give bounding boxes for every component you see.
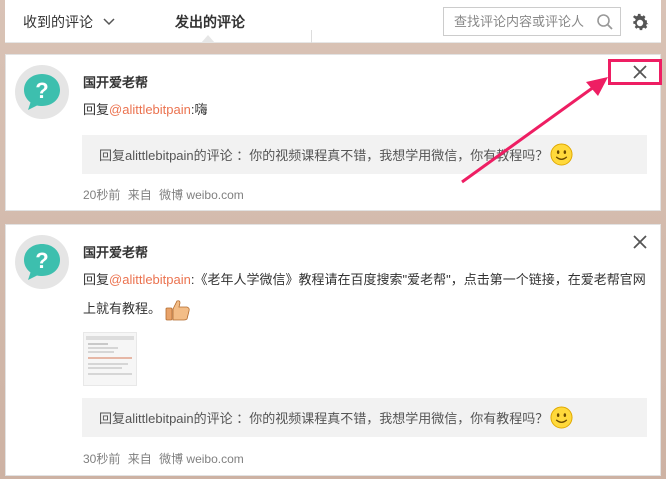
comment-tab-bar: 收到的评论 发出的评论 [5, 0, 661, 43]
avatar[interactable]: ? [15, 65, 69, 119]
smile-emoji-icon [550, 406, 573, 429]
close-icon[interactable] [632, 234, 648, 250]
svg-text:?: ? [35, 248, 48, 273]
comment-card: ? 国开爱老帮 回复@alittlebitpain:嗨 回复alittlebit… [5, 54, 661, 211]
question-mark-avatar-icon: ? [24, 244, 60, 280]
comment-author[interactable]: 国开爱老帮 [83, 72, 148, 91]
reply-body-line1: :《老年人学微信》教程请在百度搜索"爱老帮"，点击第一个链接，在爱老帮官网 [190, 272, 646, 287]
reply-prefix: 回复 [83, 272, 110, 287]
active-tab-indicator [201, 35, 215, 43]
comment-text-line2: 上就有教程。 [83, 294, 191, 323]
tab-received-comments[interactable]: 收到的评论 [23, 12, 117, 32]
comment-time: 20秒前 [83, 188, 121, 202]
divider [311, 30, 312, 43]
question-mark-avatar-icon: ? [24, 74, 60, 110]
quoted-comment: 回复alittlebitpain的评论 ：你的视频课程真不错，我想学用微信，你有… [82, 135, 647, 174]
source-prefix: 来自 [127, 188, 152, 202]
comment-card: ? 国开爱老帮 回复@alittlebitpain:《老年人学微信》教程请在百度… [5, 224, 661, 476]
search-box [443, 7, 621, 36]
source-link[interactable]: 微博 weibo.com [159, 452, 244, 466]
screenshot-thumbnail-icon [86, 336, 134, 375]
comment-time: 30秒前 [83, 452, 121, 466]
smile-emoji-icon [550, 143, 573, 166]
comment-meta: 20秒前 来自 微博 weibo.com [83, 186, 248, 203]
tab-sent-comments[interactable]: 发出的评论 [175, 12, 245, 32]
reply-body-line2: 上就有教程。 [83, 301, 162, 316]
tab-received-label: 收到的评论 [23, 14, 93, 30]
attached-image-thumbnail[interactable] [83, 332, 137, 386]
comment-text: 回复@alittlebitpain:《老年人学微信》教程请在百度搜索"爱老帮"，… [83, 265, 646, 294]
chevron-down-icon [103, 18, 115, 26]
quoted-text: 回复alittlebitpain的评论 ：你的视频课程真不错，我想学用微信，你有… [99, 148, 549, 163]
quoted-comment: 回复alittlebitpain的评论 ：你的视频课程真不错，我想学用微信，你有… [82, 398, 647, 437]
reply-body: :嗨 [190, 102, 208, 117]
quoted-text: 回复alittlebitpain的评论 ：你的视频课程真不错，我想学用微信，你有… [99, 411, 549, 426]
avatar[interactable]: ? [15, 235, 69, 289]
thumbs-up-emoji-icon [165, 299, 190, 320]
search-icon[interactable] [596, 13, 614, 31]
mention-link[interactable]: @alittlebitpain [109, 272, 191, 287]
comment-meta: 30秒前 来自 微博 weibo.com [83, 450, 248, 467]
search-input[interactable] [444, 8, 590, 35]
reply-prefix: 回复 [83, 102, 110, 117]
source-prefix: 来自 [127, 452, 152, 466]
comment-author[interactable]: 国开爱老帮 [83, 242, 148, 261]
close-icon[interactable] [632, 64, 648, 80]
gear-icon[interactable] [629, 12, 651, 34]
comment-text: 回复@alittlebitpain:嗨 [83, 95, 208, 124]
source-link[interactable]: 微博 weibo.com [159, 188, 244, 202]
svg-text:?: ? [35, 78, 48, 103]
mention-link[interactable]: @alittlebitpain [109, 102, 191, 117]
